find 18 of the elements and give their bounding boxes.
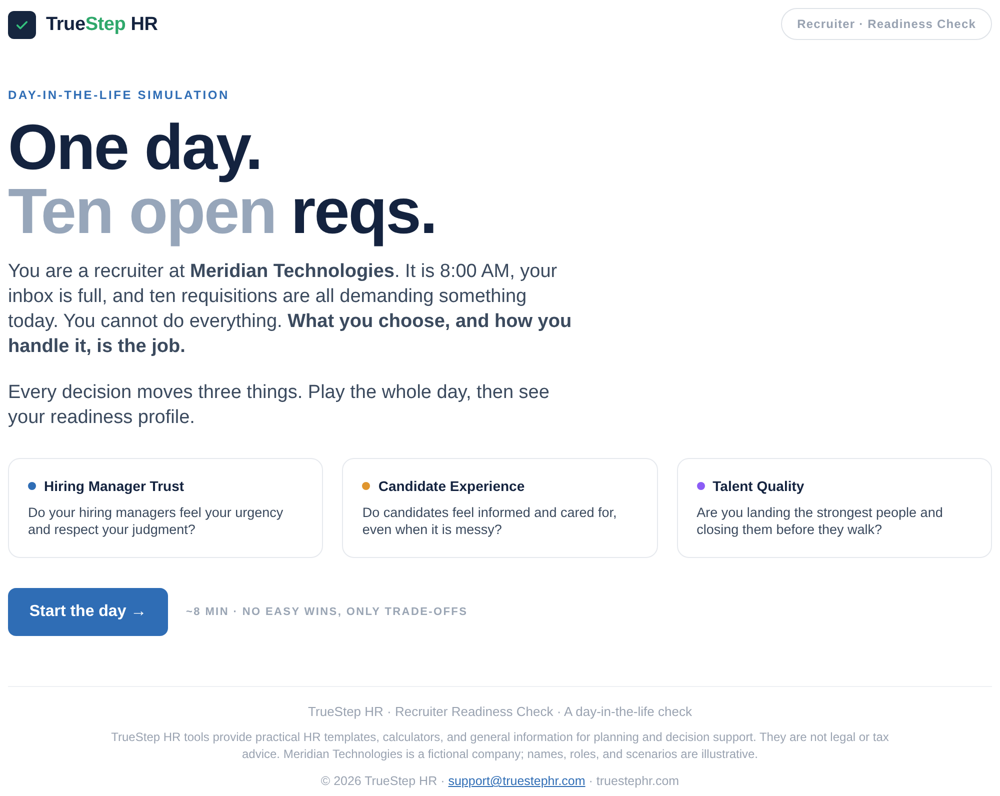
duration-note: ~8 MIN · NO EASY WINS, ONLY TRADE-OFFS: [186, 604, 468, 620]
metric-title: Hiring Manager Trust: [44, 477, 184, 495]
intro-paragraph: Every decision moves three things. Play the whole day, then see your readiness profile.: [8, 381, 550, 430]
intro-paragraph: You are a recruiter at Meridian Technologies. It is 8:00 AM, your inbox is full, and ten requisitions are all demanding something today. You cannot do everything. What you choose, and how you handle it, is the job.: [8, 260, 573, 359]
metric-title: Candidate Experience: [378, 477, 525, 495]
footer-disclaimer: TrueStep HR tools provide practical HR templates, calculators, and general information for planning and decision support. They are not legal or tax advice. Meridian Technologies is a fictional company; names, roles, and scenarios are illustrative.: [110, 729, 890, 763]
check-icon: [8, 11, 36, 39]
metric-description: Are you landing the strongest people and closing them before they walk?: [696, 504, 944, 538]
eyebrow-label: DAY-IN-THE-LIFE SIMULATION: [8, 88, 230, 102]
support-email-link[interactable]: support@truestephr.com: [448, 774, 586, 788]
product-badge: Recruiter · Readiness Check: [781, 8, 992, 40]
footer-tagline: TrueStep HR · Recruiter Readiness Check · A day-in-the-life check: [308, 704, 692, 720]
metric-description: Do your hiring managers feel your urgency and respect your judgment?: [28, 504, 284, 538]
metric-description: Do candidates feel informed and cared for, even when it is messy?: [362, 504, 618, 538]
brand-name: TrueStep HR: [46, 12, 158, 37]
metric-title: Talent Quality: [712, 477, 804, 495]
copyright-line: © 2026 TrueStep HR · support@truestephr.com · truestephr.com: [320, 773, 680, 789]
start-button[interactable]: Start the day →: [8, 588, 168, 636]
